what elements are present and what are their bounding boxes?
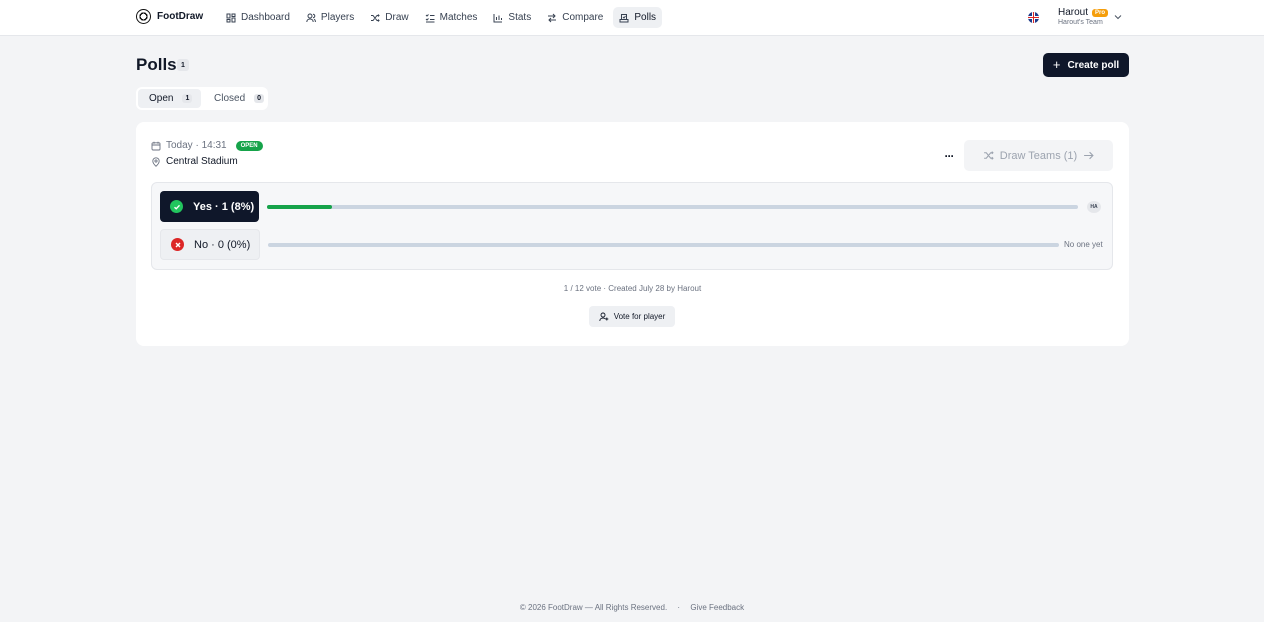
tab-label: Open [149,93,174,104]
nav-item-dashboard[interactable]: Dashboard [220,7,296,28]
no-progress-bar [268,243,1059,247]
copyright-text: © 2026 FootDraw — All Rights Reserved. [519,603,668,612]
nav-item-stats[interactable]: Stats [487,7,537,28]
yes-progress-bar [267,205,1078,209]
option-label: Yes · 1 (8%) [193,200,255,213]
pro-badge: Pro [1092,8,1109,17]
main-nav: Dashboard Players Draw Matches Stats Com… [220,7,663,28]
draw-teams-button[interactable]: Draw Teams (1) [964,140,1113,171]
nav-label: Players [320,12,355,23]
poll-options: Yes · 1 (8%) HA No · 0 (0%) No one yet [151,182,1113,270]
nav-item-compare[interactable]: Compare [541,7,609,28]
shuffle-icon [983,151,994,160]
user-plus-icon [599,312,609,321]
calendar-icon [151,141,161,150]
vote-for-player-label: Vote for player [613,312,666,321]
user-name: Harout [1058,7,1089,18]
app-logo[interactable]: FootDraw [136,9,203,24]
nav-item-matches[interactable]: Matches [419,7,484,28]
poll-card: Today · 14:31 OPEN Central Stadium ··· D… [136,122,1129,346]
poll-datetime: Today · 14:31 OPEN [151,140,263,151]
nav-label: Dashboard [241,12,290,23]
vote-no-button[interactable]: No · 0 (0%) [160,229,260,260]
draw-teams-label: Draw Teams (1) [999,149,1078,162]
yes-progress-fill [267,205,332,209]
top-navbar: FootDraw Dashboard Players Draw Matches [0,0,1264,36]
tab-label: Closed [214,93,246,104]
create-poll-button[interactable]: + Create poll [1043,53,1129,77]
language-flag-icon[interactable] [1028,12,1039,23]
tab-open[interactable]: Open 1 [138,89,201,108]
players-icon [306,13,316,23]
no-voters-text: No one yet [1064,240,1103,249]
nav-label: Stats [508,12,532,23]
bar-chart-icon [493,13,503,23]
nav-label: Compare [562,12,604,23]
dashboard-icon [226,13,236,23]
nav-label: Draw [385,12,409,23]
ballot-icon [619,13,629,23]
football-icon [136,9,151,24]
poll-status-tabs: Open 1 Closed 0 [136,87,268,110]
location-name: Central Stadium [166,156,238,167]
page-footer: © 2026 FootDraw — All Rights Reserved. ·… [0,603,1264,612]
plus-icon: + [1052,57,1061,72]
poll-summary: 1 / 12 vote · Created July 28 by Harout [563,284,702,293]
vote-for-player-button[interactable]: Vote for player [589,306,675,327]
compare-icon [547,13,557,23]
option-label: No · 0 (0%) [194,238,251,251]
user-menu[interactable]: Harout Pro Harout's Team [1058,7,1109,26]
tab-count: 1 [182,94,193,103]
page-title: Polls [136,55,177,74]
more-options-button[interactable]: ··· [941,149,957,163]
x-icon [171,238,184,251]
tab-count: 0 [254,94,265,103]
check-icon [170,200,183,213]
user-team: Harout's Team [1058,19,1103,26]
vote-yes-button[interactable]: Yes · 1 (8%) [160,191,259,222]
nav-label: Matches [439,12,478,23]
nav-label: Polls [634,12,657,23]
app-name: FootDraw [157,11,204,22]
poll-location: Central Stadium [151,156,238,167]
status-badge: OPEN [235,140,263,151]
chevron-down-icon[interactable] [1114,13,1122,21]
voter-avatar[interactable]: HA [1087,201,1101,213]
shuffle-icon [370,13,380,23]
give-feedback-link[interactable]: Give Feedback [690,603,744,612]
polls-count-badge: 1 [177,59,189,71]
create-poll-label: Create poll [1067,59,1120,71]
nav-item-players[interactable]: Players [300,7,360,28]
poll-date: Today · 14:31 [166,140,227,151]
tab-closed[interactable]: Closed 0 [203,89,273,108]
location-pin-icon [152,156,160,167]
footer-separator: · [677,603,681,612]
list-check-icon [425,13,435,23]
arrow-right-icon [1084,151,1094,160]
nav-item-polls[interactable]: Polls [613,7,663,28]
nav-item-draw[interactable]: Draw [364,7,414,28]
